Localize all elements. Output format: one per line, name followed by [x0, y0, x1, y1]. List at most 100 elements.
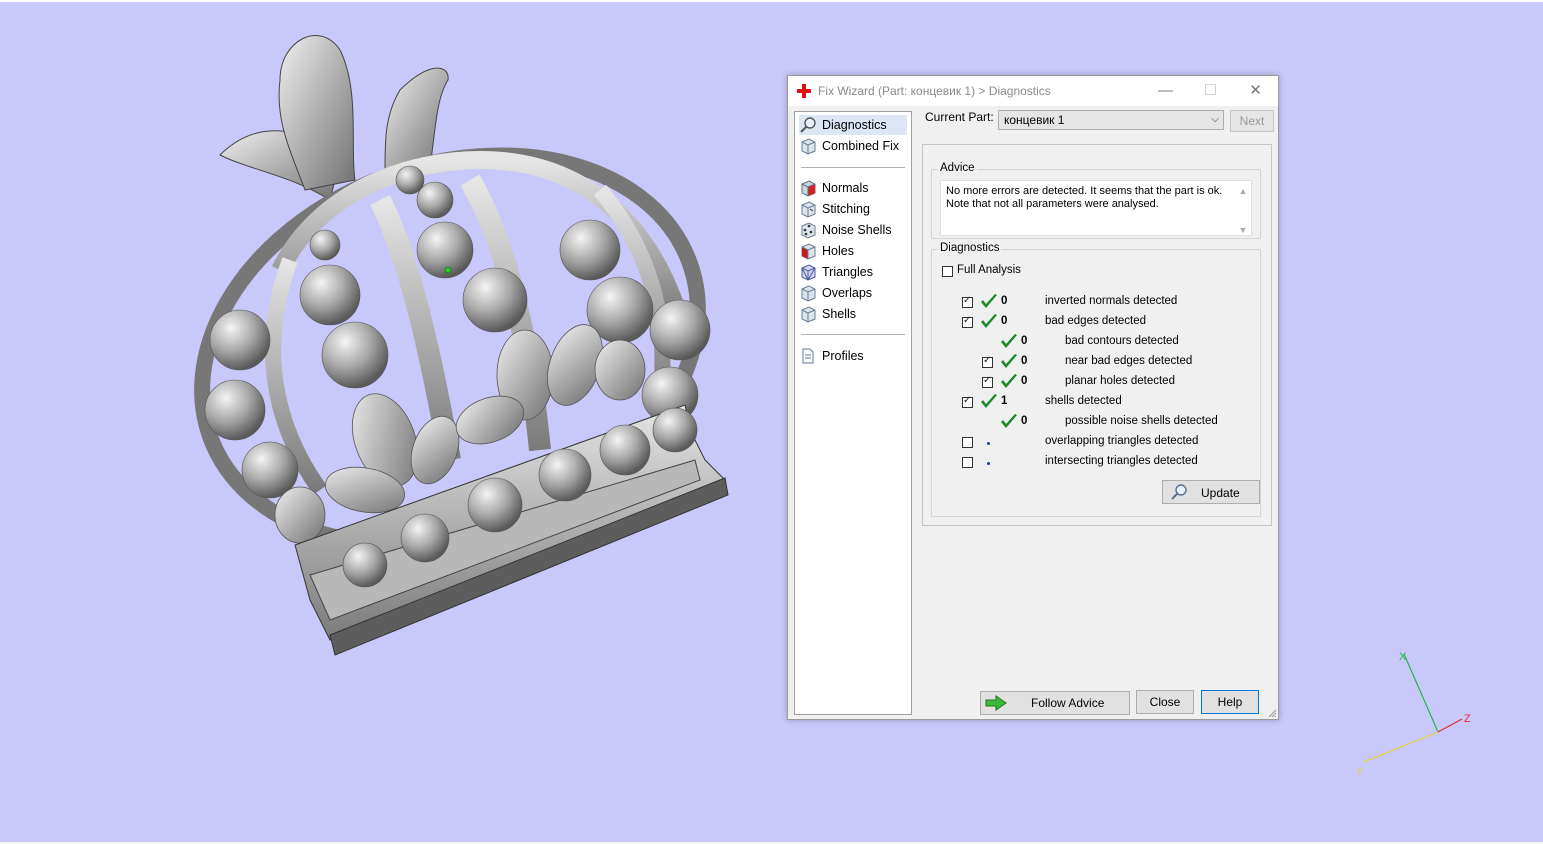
x-axis-line	[1403, 653, 1439, 733]
diagnostic-count: 0	[1021, 355, 1028, 367]
advice-text-box[interactable]: No more errors are detected. It seems th…	[940, 180, 1252, 236]
full-analysis-label[interactable]: Full Analysis	[957, 264, 1021, 276]
coordinate-axes-gizmo: X Z Y	[1356, 651, 1471, 778]
diagnostic-count: 0	[1001, 315, 1008, 327]
not-analysed-dot-icon	[987, 462, 990, 465]
diagnostic-label: overlapping triangles detected	[1045, 435, 1199, 447]
update-button[interactable]: Update	[1162, 480, 1260, 504]
sidebar-item-stitching[interactable]: Stitching	[799, 199, 907, 219]
current-part-value: концевик 1	[1004, 113, 1065, 127]
red-cross-icon	[797, 84, 811, 98]
close-button[interactable]: Close	[1136, 690, 1194, 714]
not-analysed-dot-icon	[987, 442, 990, 445]
minimize-button[interactable]: —	[1143, 76, 1188, 106]
help-button[interactable]: Help	[1201, 690, 1259, 714]
diagnostic-checkbox[interactable]	[962, 315, 973, 328]
maximize-button: ☐	[1188, 76, 1233, 106]
y-axis-line	[1363, 731, 1439, 763]
sidebar-item-noise-shells[interactable]: Noise Shells	[799, 220, 907, 240]
current-part-select[interactable]: концевик 1 ⌵	[998, 110, 1224, 130]
sidebar-item-combined-fix[interactable]: Combined Fix	[799, 136, 907, 156]
full-analysis-checkbox[interactable]	[942, 266, 953, 277]
stitching-cube-icon	[801, 201, 816, 218]
diagnostic-checkbox[interactable]	[982, 375, 993, 388]
crown-model[interactable]	[180, 20, 740, 660]
fix-steps-list: Diagnostics Combined Fix Normals Stitchi…	[794, 111, 912, 715]
close-icon: ✕	[1249, 82, 1262, 99]
3d-viewport[interactable]: X Z Y	[0, 0, 1543, 844]
maximize-icon: ☐	[1203, 82, 1218, 99]
close-window-button[interactable]: ✕	[1233, 76, 1278, 106]
sidebar-item-label: Normals	[822, 181, 869, 195]
sidebar-divider	[801, 167, 905, 168]
sidebar-item-label: Combined Fix	[822, 139, 900, 153]
diagnostic-count: 0	[1021, 415, 1028, 427]
update-button-label: Update	[1201, 486, 1240, 500]
diagnostic-label: possible noise shells detected	[1065, 415, 1218, 427]
green-check-icon	[1001, 334, 1017, 348]
sidebar-item-holes[interactable]: Holes	[799, 241, 907, 261]
green-arrow-icon	[985, 695, 1007, 711]
sidebar-item-label: Shells	[822, 307, 857, 321]
advice-group: Advice No more errors are detected. It s…	[931, 162, 1261, 239]
chevron-down-icon: ⌵	[1211, 114, 1219, 125]
triangles-cube-icon	[801, 264, 816, 281]
diagnostics-group: Diagnostics Full Analysis 0 inverted norm…	[931, 242, 1261, 517]
sidebar-item-profiles[interactable]: Profiles	[799, 346, 907, 366]
holes-cube-icon	[801, 243, 816, 260]
sidebar-item-label: Overlaps	[822, 286, 873, 300]
diagnostic-checkbox[interactable]	[982, 355, 993, 368]
green-check-icon	[1001, 374, 1017, 388]
magnifier-icon	[800, 117, 816, 133]
sidebar-item-label: Diagnostics	[822, 118, 887, 132]
normals-cube-icon	[801, 180, 816, 197]
diagnostic-label: shells detected	[1045, 395, 1122, 407]
sidebar-item-normals[interactable]: Normals	[799, 178, 907, 198]
diagnostic-count: 0	[1001, 295, 1008, 307]
follow-advice-button[interactable]: Follow Advice	[980, 691, 1130, 715]
diagnostic-count: 1	[1001, 395, 1008, 407]
document-icon	[802, 348, 814, 364]
diagnostic-count: 0	[1021, 335, 1028, 347]
sidebar-item-label: Profiles	[822, 349, 864, 363]
follow-advice-label: Follow Advice	[1031, 696, 1105, 710]
green-check-icon	[981, 394, 997, 408]
green-check-icon	[1001, 354, 1017, 368]
advice-group-title: Advice	[938, 162, 977, 174]
cube-icon	[801, 138, 816, 155]
overlaps-cube-icon	[801, 285, 816, 302]
fix-wizard-dialog: Fix Wizard (Part: концевик 1) > Diagnost…	[787, 75, 1279, 720]
diagnostics-page: Advice No more errors are detected. It s…	[922, 144, 1272, 526]
sidebar-item-triangles[interactable]: Triangles	[799, 262, 907, 282]
dialog-titlebar[interactable]: Fix Wizard (Part: концевик 1) > Diagnost…	[788, 76, 1278, 106]
green-check-icon	[1001, 414, 1017, 428]
diagnostic-label: bad contours detected	[1065, 335, 1179, 347]
sidebar-item-overlaps[interactable]: Overlaps	[799, 283, 907, 303]
diagnostic-checkbox[interactable]	[962, 295, 973, 308]
next-button: Next	[1230, 110, 1274, 132]
x-axis-label: X	[1399, 651, 1407, 663]
current-part-label: Current Part:	[925, 110, 994, 124]
sidebar-item-shells[interactable]: Shells	[799, 304, 907, 324]
diagnostic-label: planar holes detected	[1065, 375, 1175, 387]
diagnostic-label: bad edges detected	[1045, 315, 1147, 327]
diagnostic-checkbox[interactable]	[962, 457, 973, 468]
diagnostic-label: inverted normals detected	[1045, 295, 1178, 307]
sidebar-item-label: Triangles	[822, 265, 873, 279]
diagnostic-count: 0	[1021, 375, 1028, 387]
dialog-title: Fix Wizard (Part: концевик 1) > Diagnost…	[818, 84, 1051, 98]
minimize-icon: —	[1158, 82, 1173, 99]
diagnostics-group-title: Diagnostics	[938, 242, 1002, 254]
advice-scrollbar[interactable]: ▲ ▼	[1237, 185, 1249, 235]
shells-cube-icon	[801, 306, 816, 323]
sidebar-item-diagnostics[interactable]: Diagnostics	[799, 115, 907, 135]
resize-grip-icon[interactable]	[1267, 708, 1277, 718]
noise-shells-icon	[801, 222, 816, 239]
diagnostic-label: near bad edges detected	[1065, 355, 1193, 367]
sidebar-item-label: Stitching	[822, 202, 870, 216]
diagnostic-checkbox[interactable]	[962, 395, 973, 408]
green-check-icon	[981, 294, 997, 308]
advice-text: No more errors are detected. It seems th…	[946, 185, 1223, 210]
sidebar-divider	[801, 334, 905, 335]
diagnostic-checkbox[interactable]	[962, 437, 973, 448]
